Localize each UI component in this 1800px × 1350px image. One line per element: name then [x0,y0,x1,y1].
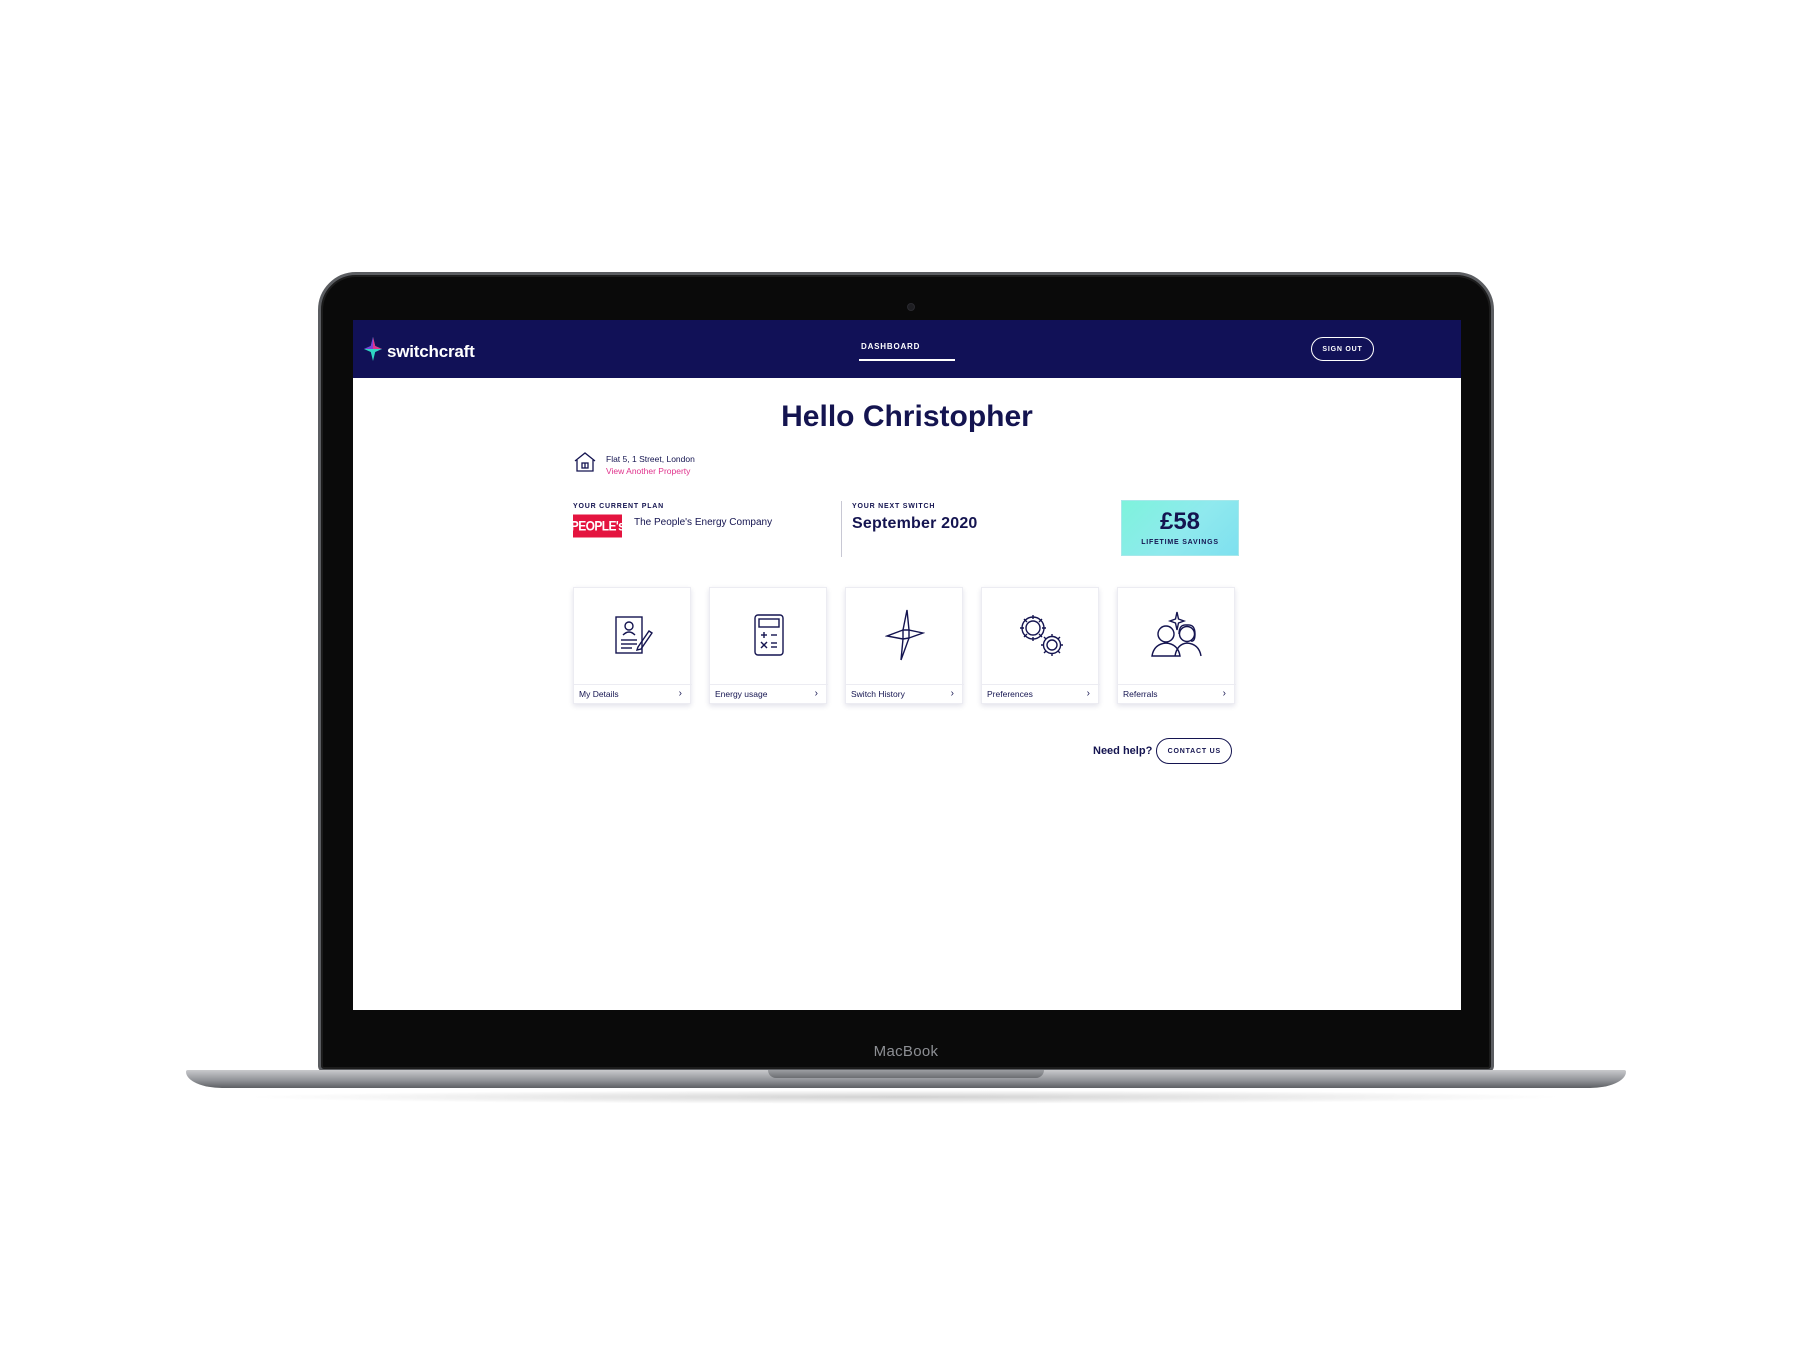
current-plan: YOUR CURRENT PLAN PEOPLE's The People's … [571,503,841,538]
property-address: Flat 5, 1 Street, London [606,453,695,464]
chevron-right-icon: › [1086,688,1090,699]
base-notch [768,1070,1044,1078]
divider [841,501,842,557]
next-switch-label: YOUR NEXT SWITCH [852,503,936,510]
chevron-right-icon: › [814,688,818,699]
dashboard-tiles: My Details › Energy usage › Switch Histo… [573,587,1236,704]
brand-logo[interactable]: switchcraft [363,336,475,367]
chevron-right-icon: › [950,688,954,699]
laptop-base [186,1070,1626,1088]
tile-switch-history[interactable]: Switch History › [845,587,964,704]
chevron-right-icon: › [1222,688,1226,699]
brand-name: switchcraft [387,341,475,361]
document-edit-icon [612,613,654,662]
savings-label: LIFETIME SAVINGS [1141,539,1219,546]
switchcraft-star-icon [363,336,383,367]
property-selector: Flat 5, 1 Street, London View Another Pr… [573,451,695,478]
people-icon [1148,610,1206,665]
next-switch: YOUR NEXT SWITCH September 2020 [852,503,978,533]
current-plan-label: YOUR CURRENT PLAN [573,503,664,510]
savings-amount: £58 [1159,508,1201,535]
gears-icon [1016,612,1066,663]
tile-referrals[interactable]: Referrals › [1117,587,1236,704]
sign-out-button[interactable]: SIGN OUT [1311,337,1374,361]
tile-energy-usage[interactable]: Energy usage › [709,587,828,704]
switch-spark-icon [884,608,926,667]
next-switch-date: September 2020 [852,515,978,532]
tile-preferences[interactable]: Preferences › [981,587,1100,704]
supplier-name: The People's Energy Company [634,517,773,528]
chevron-right-icon: › [678,688,682,699]
tile-label: Referrals [1123,689,1158,699]
calculator-icon [752,613,786,662]
lifetime-savings-card: £58 LIFETIME SAVINGS [1121,500,1239,556]
tile-my-details[interactable]: My Details › [573,587,692,704]
supplier-logo: PEOPLE's [571,514,625,538]
screen: switchcraft DASHBOARD SIGN OUT Hello Chr… [353,320,1461,1010]
bezel-label: MacBook [873,1043,939,1060]
page-title: Hello Christopher [781,400,1033,433]
tile-label: Energy usage [715,689,768,699]
camera [907,303,915,311]
base-shadow [240,1090,1570,1104]
house-icon [573,451,597,478]
app-header: switchcraft DASHBOARD SIGN OUT [353,320,1461,378]
tile-label: Switch History [851,689,905,699]
tab-dashboard[interactable]: DASHBOARD [859,342,955,361]
contact-us-button[interactable]: CONTACT US [1156,738,1233,764]
view-another-property-link[interactable]: View Another Property [606,466,695,476]
laptop-lid: switchcraft DASHBOARD SIGN OUT Hello Chr… [318,272,1494,1072]
help-row: Need help? CONTACT US [1093,738,1233,764]
tile-label: My Details [579,689,619,699]
need-help-text: Need help? [1093,745,1153,757]
tile-label: Preferences [987,689,1033,699]
